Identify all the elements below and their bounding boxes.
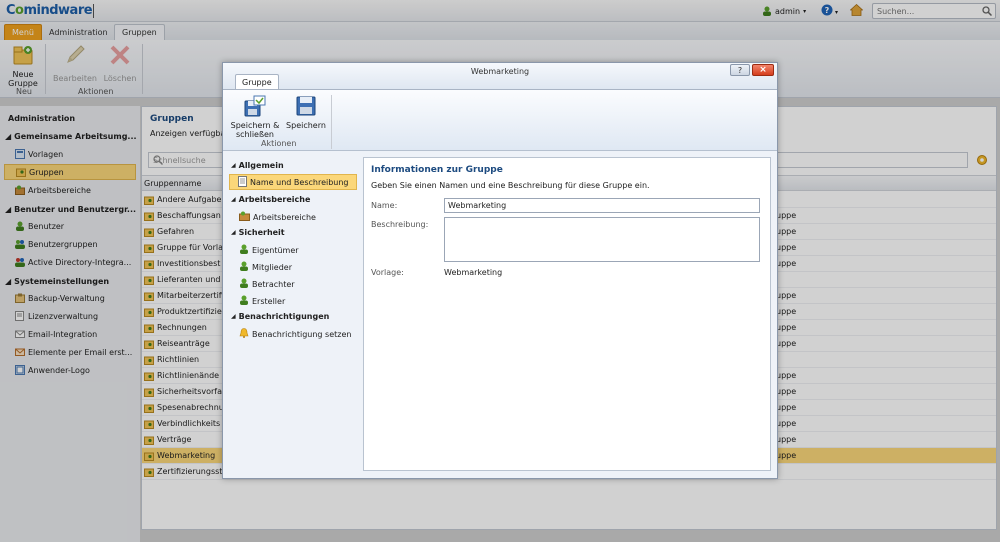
template-value: Webmarketing	[444, 268, 503, 277]
nav-item-ersteller[interactable]: Ersteller	[239, 295, 285, 307]
nav-section-benachrichtigungen[interactable]: ◢ Benachrichtigungen	[231, 312, 329, 321]
nav-section-sicherheit[interactable]: ◢ Sicherheit	[231, 228, 285, 237]
tab-gruppe[interactable]: Gruppe	[235, 74, 279, 90]
save-label: Speichern	[286, 121, 326, 130]
description-label: Beschreibung:	[371, 220, 429, 229]
collapse-icon: ◢	[231, 196, 236, 203]
close-button[interactable]: ×	[752, 64, 774, 76]
name-field[interactable]: Webmarketing	[444, 198, 760, 213]
collapse-icon: ◢	[231, 162, 236, 169]
user-icon	[239, 278, 249, 290]
dialog-ribbon: Speichern & schließen Speichern Aktionen	[223, 89, 777, 151]
dialog-navigation: ◢ Allgemein Name und Beschreibung ◢ Arbeit…	[227, 157, 359, 469]
dialog-title: Webmarketing	[470, 67, 530, 76]
nav-section-label: Allgemein	[238, 161, 284, 170]
ribbon-divider	[331, 95, 332, 149]
user-icon	[239, 261, 249, 273]
bell-icon	[239, 328, 249, 340]
nav-item-arbeitsbereiche[interactable]: Arbeitsbereiche	[239, 211, 316, 223]
template-label: Vorlage:	[371, 268, 404, 277]
nav-item-label: Mitglieder	[252, 262, 292, 272]
nav-item-betrachter[interactable]: Betrachter	[239, 278, 295, 290]
nav-item-label: Benachrichtigung setzen	[252, 329, 352, 339]
name-label: Name:	[371, 201, 398, 210]
save-close-button[interactable]: Speichern & schließen	[229, 95, 281, 139]
nav-section-allgemein[interactable]: ◢ Allgemein	[231, 161, 284, 170]
nav-item-label: Name und Beschreibung	[250, 177, 349, 187]
nav-section-arbeitsbereiche[interactable]: ◢ Arbeitsbereiche	[231, 195, 310, 204]
workspace-icon	[239, 211, 250, 223]
dialog-content: Informationen zur Gruppe Geben Sie einen…	[363, 157, 771, 471]
save-icon	[295, 95, 317, 119]
collapse-icon: ◢	[231, 229, 236, 236]
nav-item-benachrichtigung-setzen[interactable]: Benachrichtigung setzen	[239, 328, 351, 340]
nav-item-label: Arbeitsbereiche	[253, 212, 316, 222]
collapse-icon: ◢	[231, 313, 236, 320]
user-icon	[239, 295, 249, 307]
save-close-label: Speichern & schließen	[230, 121, 280, 139]
nav-item-name-beschreibung[interactable]: Name und Beschreibung	[229, 174, 357, 190]
section-title: Informationen zur Gruppe	[371, 165, 503, 175]
nav-item-eigentuemer[interactable]: Eigentümer	[239, 244, 299, 256]
nav-section-label: Arbeitsbereiche	[238, 195, 311, 204]
dialog-titlebar[interactable]: Webmarketing ? × Gruppe	[223, 63, 777, 90]
nav-item-label: Eigentümer	[252, 245, 299, 255]
section-description: Geben Sie einen Namen und eine Beschreib…	[371, 181, 650, 190]
group-dialog: Webmarketing ? × Gruppe Speichern & schl…	[222, 62, 778, 479]
nav-item-mitglieder[interactable]: Mitglieder	[239, 261, 292, 273]
nav-item-label: Ersteller	[252, 296, 286, 306]
document-icon	[238, 175, 247, 189]
user-icon	[239, 244, 249, 256]
save-button[interactable]: Speichern	[285, 95, 327, 130]
nav-section-label: Benachrichtigungen	[238, 312, 330, 321]
save-close-icon	[244, 95, 266, 119]
ribbon-group-actions: Aktionen	[261, 139, 297, 148]
nav-section-label: Sicherheit	[238, 228, 285, 237]
help-button[interactable]: ?	[730, 64, 750, 76]
description-field[interactable]	[444, 217, 760, 262]
nav-item-label: Betrachter	[252, 279, 295, 289]
